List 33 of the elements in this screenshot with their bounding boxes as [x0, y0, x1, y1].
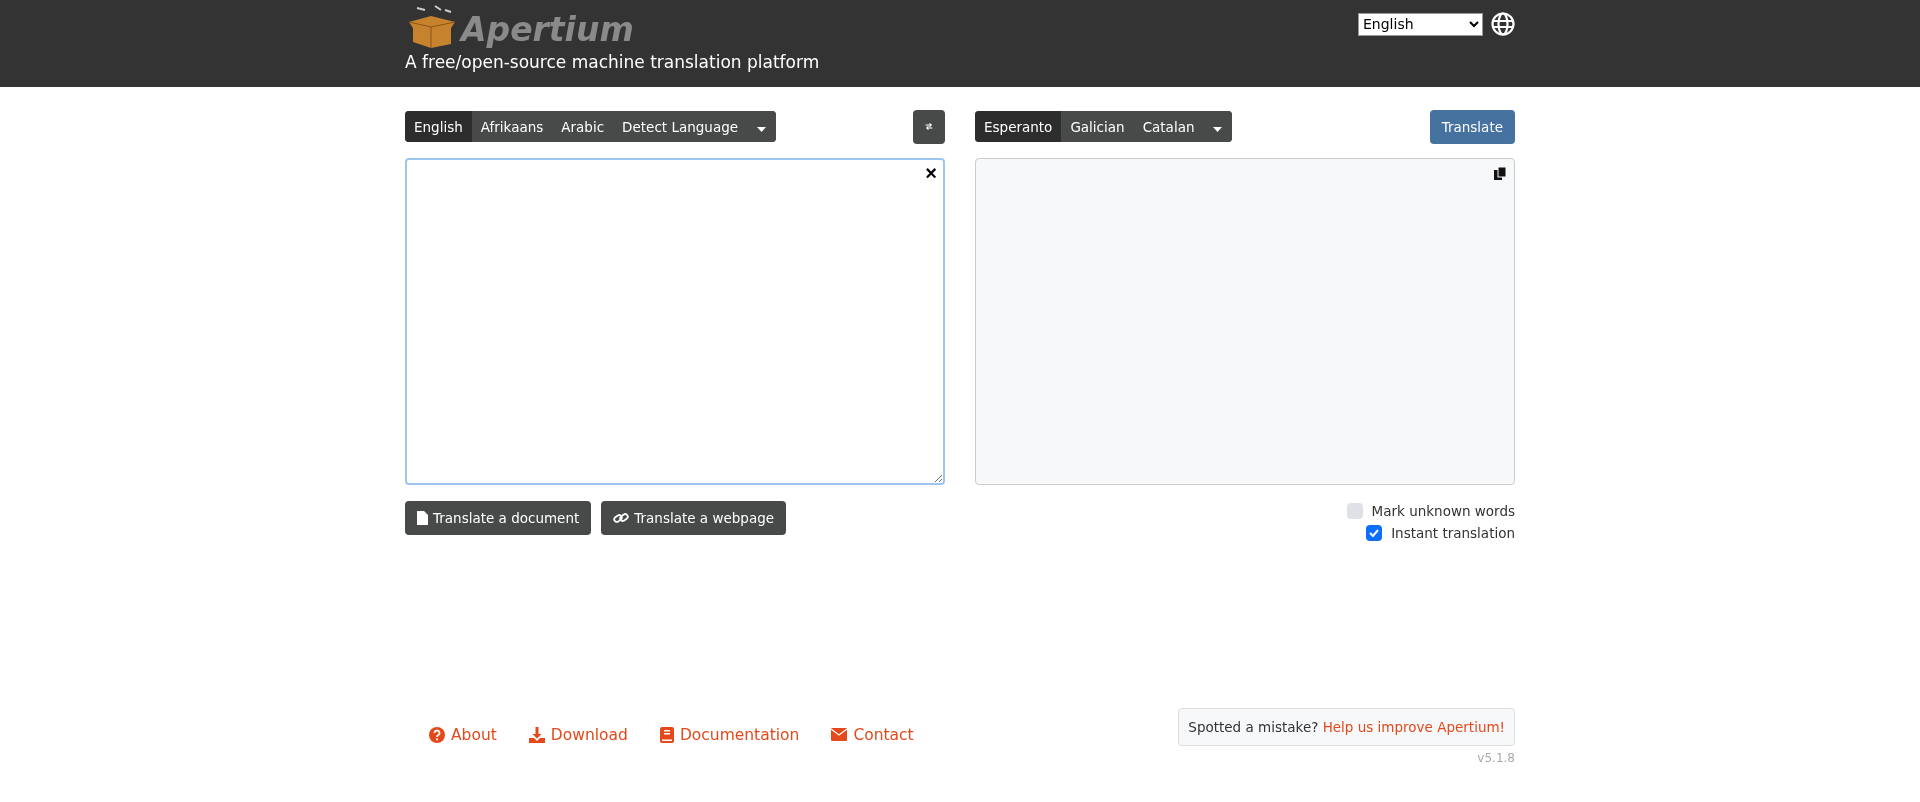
source-language-tab[interactable]: English — [405, 111, 472, 142]
download-icon — [528, 726, 545, 743]
check-icon — [1369, 529, 1380, 537]
caret-icon — [757, 126, 767, 132]
footer-link[interactable]: Contact — [831, 725, 914, 744]
feedback-message: Spotted a mistake? Help us improve Apertium! — [1178, 708, 1515, 746]
checkbox[interactable] — [1366, 525, 1383, 541]
locale-select[interactable]: English — [1358, 12, 1483, 36]
link-icon — [613, 511, 630, 525]
clear-button[interactable]: × — [925, 163, 937, 183]
file-icon — [417, 511, 428, 525]
translate-action-button[interactable]: Translate a webpage — [601, 501, 787, 535]
improve-link[interactable]: Help us improve Apertium! — [1322, 719, 1505, 735]
footer-link[interactable]: Download — [528, 725, 628, 744]
logo-text: Apertium — [461, 12, 634, 48]
globe-icon — [1491, 12, 1515, 36]
footer-link[interactable]: Documentation — [659, 725, 800, 744]
translate-button[interactable]: Translate — [1429, 109, 1515, 144]
tagline: A free/open-source machine translation platform — [405, 52, 820, 72]
source-text-input[interactable] — [405, 158, 945, 485]
checkbox[interactable] — [1346, 503, 1363, 519]
checkbox-label: Instant translation — [1391, 525, 1515, 541]
translate-action-button[interactable]: Translate a document — [405, 501, 592, 535]
checkbox-label: Mark unknown words — [1371, 503, 1515, 519]
envelope-icon — [831, 728, 848, 741]
book-icon — [659, 726, 674, 743]
copy-icon[interactable] — [1494, 167, 1506, 180]
target-language-tab[interactable]: Esperanto — [975, 111, 1062, 142]
question-icon — [429, 726, 445, 743]
footer-link[interactable]: About — [429, 725, 497, 744]
caret-icon — [1213, 126, 1223, 132]
version-text: v5.1.8 — [1476, 751, 1515, 765]
swap-languages-button[interactable] — [913, 109, 945, 144]
